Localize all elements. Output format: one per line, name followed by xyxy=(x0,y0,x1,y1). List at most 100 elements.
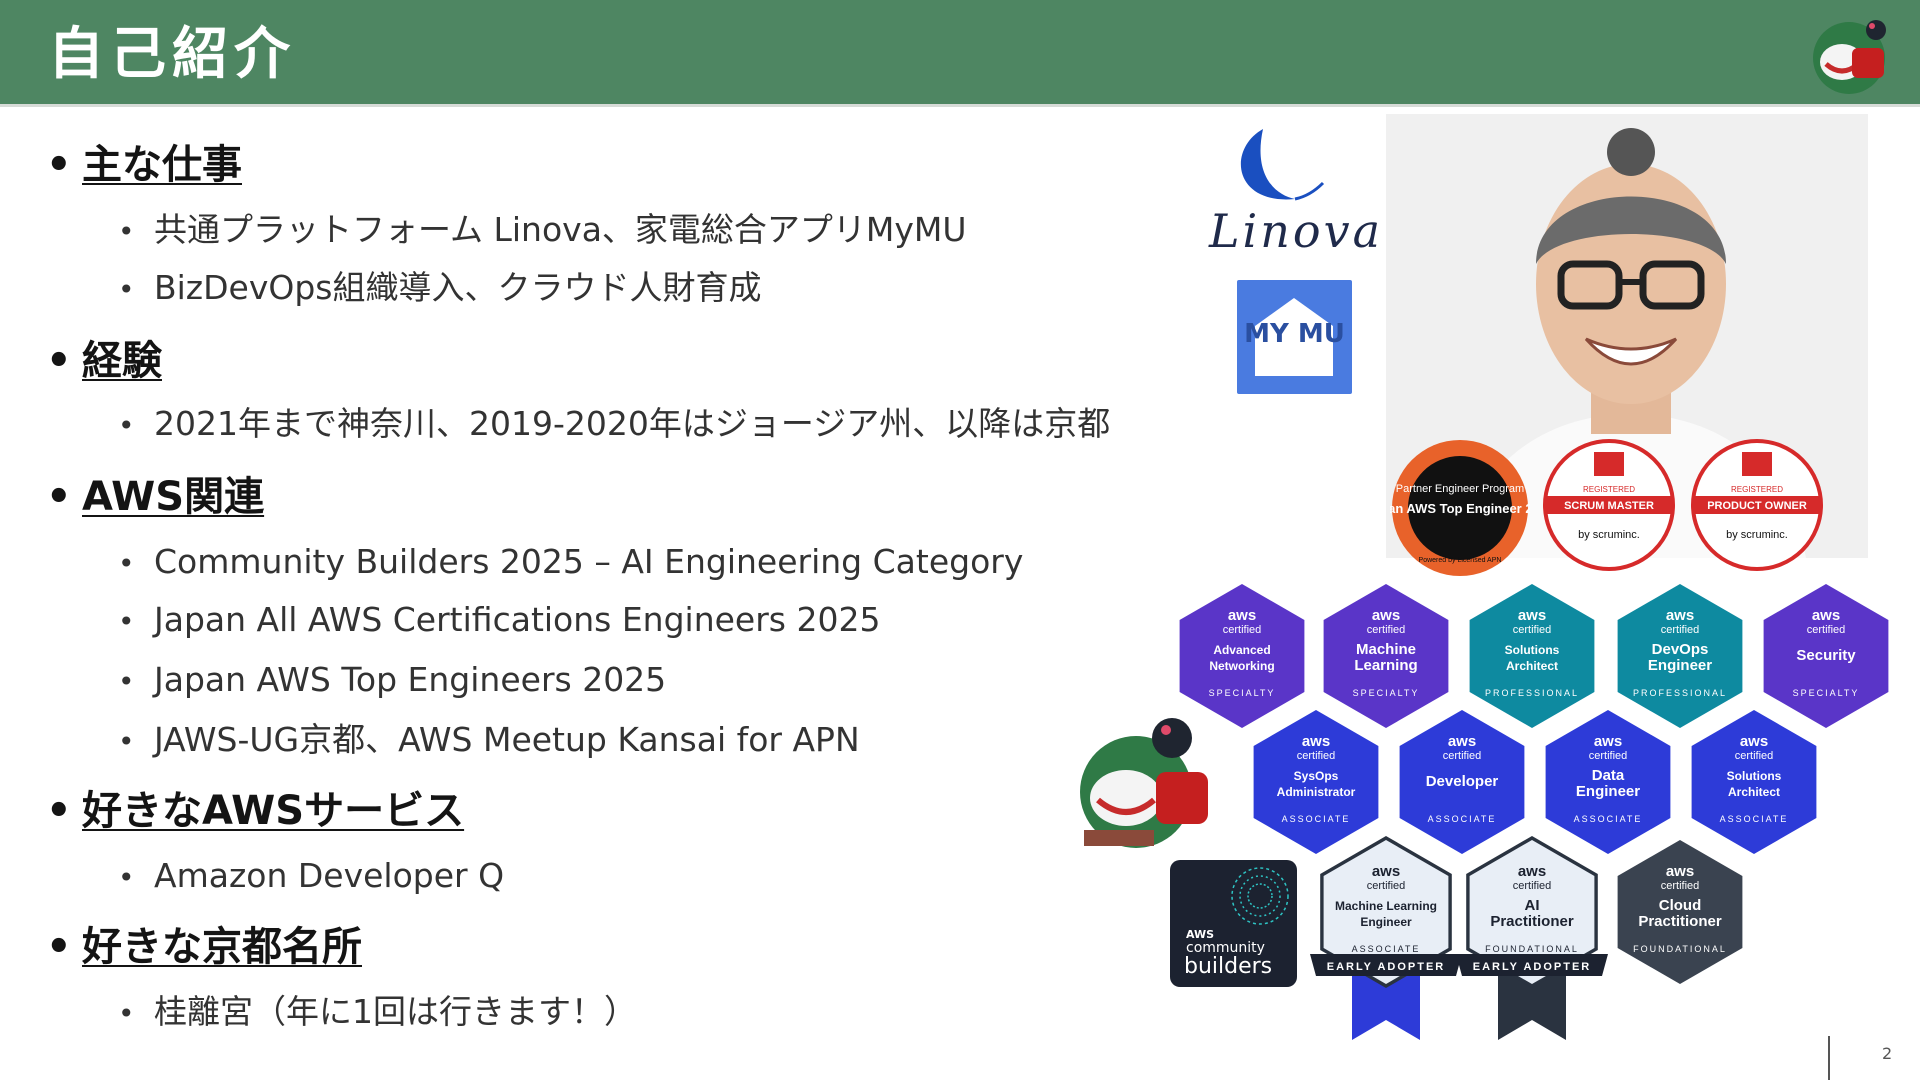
certified-label: certified xyxy=(1589,750,1628,762)
certified-label: certified xyxy=(1661,880,1700,892)
page-number-divider xyxy=(1828,1036,1830,1080)
cert-name: Security xyxy=(1796,647,1856,664)
aws-label: aws xyxy=(1594,733,1622,750)
certified-label: certified xyxy=(1223,624,1262,636)
cert-name: Data xyxy=(1592,767,1625,784)
cert-name: Networking xyxy=(1209,659,1274,673)
page-number: 2 xyxy=(1882,1044,1893,1063)
certified-label: certified xyxy=(1735,750,1774,762)
aws-label: aws xyxy=(1448,733,1476,750)
aws-cert-badge: awscertified DevOpsEngineer PROFESSIONAL xyxy=(1614,580,1746,732)
certified-label: certified xyxy=(1297,750,1336,762)
section-heading: • 好きなAWSサービス xyxy=(46,788,465,834)
aws-cert-badge: awscertified MachineLearning SPECIALTY xyxy=(1320,580,1452,732)
scrum-master-badge: REGISTERED SCRUM MASTER by scruminc. xyxy=(1543,439,1675,571)
cert-level: SPECIALTY xyxy=(1793,688,1860,698)
aws-cert-badge: awscertified CloudPractitioner FOUNDATIONA… xyxy=(1614,836,1746,988)
cert-level: PROFESSIONAL xyxy=(1633,688,1727,698)
cert-level: FOUNDATIONAL xyxy=(1633,944,1727,954)
aws-cert-badge: awscertified Solutions Architect ASSOCIATE xyxy=(1688,706,1820,858)
svg-text:by scruminc.: by scruminc. xyxy=(1578,529,1640,541)
product-owner-badge: REGISTERED PRODUCT OWNER by scruminc. xyxy=(1691,439,1823,571)
ribbon-label: EARLY ADOPTER xyxy=(1473,961,1592,973)
svg-text:Japan AWS Top Engineer 2025: Japan AWS Top Engineer 2025 xyxy=(1390,501,1530,516)
list-item: • Community Builders 2025 – AI Engineerin… xyxy=(118,542,1024,581)
svg-text:by scruminc.: by scruminc. xyxy=(1726,529,1788,541)
cert-level: SPECIALTY xyxy=(1353,688,1420,698)
community-builders-line2: builders xyxy=(1184,954,1273,979)
slide-title: 自己紹介 xyxy=(48,22,296,87)
section-heading: • AWS関連 xyxy=(46,474,265,520)
cert-name: Machine Learning xyxy=(1335,899,1437,913)
aws-label: aws xyxy=(1518,863,1546,880)
cert-name: AI xyxy=(1525,897,1540,914)
svg-text:REGISTERED: REGISTERED xyxy=(1583,485,1635,494)
certified-label: certified xyxy=(1807,624,1846,636)
cert-level: PROFESSIONAL xyxy=(1485,688,1579,698)
aws-cert-badge: awscertified Machine Learning Engineer ASSO… xyxy=(1310,836,1462,1040)
mascot-large-icon xyxy=(1080,718,1208,848)
cert-level: FOUNDATIONAL xyxy=(1485,944,1579,954)
cert-name: Practitioner xyxy=(1490,913,1574,930)
section-heading: • 経験 xyxy=(46,338,162,384)
linova-logo-text: Linova xyxy=(1209,204,1383,258)
cert-name: Architect xyxy=(1728,785,1780,799)
mymu-logo: MY MU xyxy=(1237,280,1352,394)
svg-text:SCRUM MASTER: SCRUM MASTER xyxy=(1564,500,1654,512)
section-heading: • 好きな京都名所 xyxy=(46,924,362,970)
cert-name: Learning xyxy=(1354,657,1417,674)
aws-cert-badge: awscertified DataEngineer ASSOCIATE xyxy=(1542,706,1674,858)
section-heading: • 主な仕事 xyxy=(46,142,242,188)
cert-name: Practitioner xyxy=(1638,913,1722,930)
aws-cert-badge: awscertified Solutions Architect PROFESSION… xyxy=(1466,580,1598,732)
cert-level: ASSOCIATE xyxy=(1574,814,1643,824)
certified-label: certified xyxy=(1661,624,1700,636)
cert-level: ASSOCIATE xyxy=(1282,814,1351,824)
aws-label: aws xyxy=(1372,607,1400,624)
top-engineer-badge: Partner Engineer Program Japan AWS Top E… xyxy=(1390,440,1530,576)
svg-text:Partner Engineer Program: Partner Engineer Program xyxy=(1396,483,1524,495)
aws-cert-badge: awscertified AIPractitioner FOUNDATIONAL EA… xyxy=(1456,836,1608,1040)
aws-label: aws xyxy=(1228,607,1256,624)
aws-label: aws xyxy=(1372,863,1400,880)
cert-name: Solutions xyxy=(1727,769,1782,783)
certified-label: certified xyxy=(1443,750,1482,762)
list-item: • Amazon Developer Q xyxy=(118,856,505,895)
cert-level: ASSOCIATE xyxy=(1428,814,1497,824)
cert-name: Engineer xyxy=(1648,657,1712,674)
cert-name: Machine xyxy=(1356,641,1416,658)
community-builders-logo: AWS community builders xyxy=(1170,860,1297,987)
cert-name: Developer xyxy=(1426,773,1499,790)
list-item: • 共通プラットフォーム Linova、家電総合アプリMyMU xyxy=(118,210,967,249)
aws-label: aws xyxy=(1812,607,1840,624)
svg-text:REGISTERED: REGISTERED xyxy=(1731,485,1783,494)
cert-level: ASSOCIATE xyxy=(1720,814,1789,824)
cert-name: Engineer xyxy=(1576,783,1640,800)
certified-label: certified xyxy=(1367,624,1406,636)
aws-cert-badge: awscertified SysOps Administrator ASSOCIATE xyxy=(1250,706,1382,858)
cert-name: SysOps xyxy=(1294,769,1339,783)
cert-name: Administrator xyxy=(1277,785,1356,799)
cert-name: Advanced xyxy=(1213,643,1270,657)
list-item: • 桂離宮（年に1回は行きます！） xyxy=(118,992,637,1031)
certified-label: certified xyxy=(1367,880,1406,892)
aws-label: aws xyxy=(1518,607,1546,624)
certified-label: certified xyxy=(1513,624,1552,636)
svg-text:PRODUCT OWNER: PRODUCT OWNER xyxy=(1707,500,1807,512)
list-item: • 2021年まで神奈川、2019-2020年はジョージア州、以降は京都 xyxy=(118,404,1111,443)
aws-label: aws xyxy=(1302,733,1330,750)
aws-cert-badge: awscertified Advanced Networking SPECIALTY xyxy=(1176,580,1308,732)
cert-name: Architect xyxy=(1506,659,1558,673)
cert-name: Engineer xyxy=(1360,915,1412,929)
cert-level: SPECIALTY xyxy=(1209,688,1276,698)
slide-header: 自己紹介 xyxy=(0,0,1920,107)
cert-name: Solutions xyxy=(1505,643,1560,657)
aws-cert-badge: awscertified Security SPECIALTY xyxy=(1760,580,1892,732)
svg-text:Powered by Licensed APN: Powered by Licensed APN xyxy=(1419,557,1502,564)
mymu-logo-text: MY MU xyxy=(1244,319,1345,349)
list-item: • BizDevOps組織導入、クラウド人財育成 xyxy=(118,268,762,307)
list-item: • Japan All AWS Certifications Engineers … xyxy=(118,600,881,639)
concentric-circles-icon xyxy=(1231,867,1289,925)
mascot-icon xyxy=(1813,20,1886,94)
aws-label: aws xyxy=(1666,607,1694,624)
